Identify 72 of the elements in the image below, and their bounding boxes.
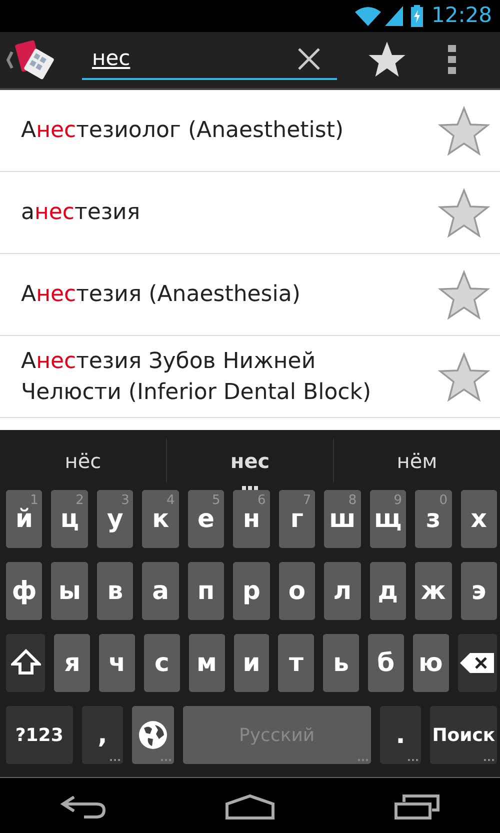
key[interactable]: и: [234, 634, 270, 692]
battery-icon: [411, 5, 424, 27]
key[interactable]: ж: [415, 562, 452, 620]
key[interactable]: з 0: [415, 490, 452, 548]
key-hint: 0: [439, 492, 448, 510]
key[interactable]: а: [142, 562, 179, 620]
star-icon[interactable]: [438, 350, 490, 402]
key-hint: 6: [257, 492, 266, 510]
key[interactable]: н 6: [233, 490, 270, 548]
key[interactable]: б: [368, 634, 404, 692]
suggestion[interactable]: нес: [167, 446, 333, 476]
key-hint: 1: [30, 492, 38, 508]
key[interactable]: ы: [51, 562, 88, 620]
key-hint: 2: [76, 492, 84, 510]
star-icon[interactable]: [438, 268, 490, 320]
key[interactable]: у 3: [96, 490, 134, 548]
result-text[interactable]: Анестезия Зубов Нижней Челюсти (Inferior Dental Block): [21, 346, 401, 408]
key[interactable]: щ 9: [370, 490, 406, 548]
shift-key[interactable]: [6, 634, 46, 692]
clear-icon[interactable]: [297, 47, 321, 71]
key-hint: 3: [121, 492, 130, 510]
menu-icon[interactable]: [447, 45, 457, 75]
key[interactable]: х: [460, 490, 497, 548]
search-key[interactable]: Поиск: [430, 706, 497, 764]
star-icon[interactable]: [438, 104, 490, 156]
key[interactable]: ш 8: [324, 490, 361, 548]
star-icon[interactable]: [438, 186, 490, 238]
key[interactable]: э: [460, 562, 497, 620]
key[interactable]: в: [96, 562, 134, 620]
key[interactable]: й 1: [6, 490, 42, 548]
result-text[interactable]: Анестезия (Anaesthesia): [21, 279, 438, 310]
result-text[interactable]: Анестезиолог (Anaesthetist): [21, 115, 438, 146]
key[interactable]: ф: [6, 562, 42, 620]
key[interactable]: м: [188, 634, 225, 692]
backspace-key[interactable]: [458, 634, 497, 692]
key-hint: 8: [348, 492, 357, 510]
key[interactable]: е 5: [188, 490, 224, 548]
key[interactable]: г 7: [278, 490, 316, 548]
language-key[interactable]: [132, 706, 174, 764]
key[interactable]: к 4: [142, 490, 179, 548]
key[interactable]: я: [54, 634, 90, 692]
signal-icon: [385, 6, 404, 26]
key[interactable]: т: [278, 634, 314, 692]
key[interactable]: ц 2: [51, 490, 88, 548]
key[interactable]: п: [188, 562, 224, 620]
clock: 12:28: [431, 2, 492, 30]
key[interactable]: д: [370, 562, 406, 620]
key[interactable]: с: [144, 634, 180, 692]
key[interactable]: р: [233, 562, 270, 620]
key[interactable]: ю: [412, 634, 449, 692]
key[interactable]: ,: [82, 706, 124, 764]
globe-icon: [137, 719, 170, 751]
key-hint: 5: [212, 492, 220, 510]
suggestion[interactable]: нёс: [0, 446, 166, 476]
backspace-icon: [460, 652, 494, 674]
result-text[interactable]: анестезия: [21, 197, 438, 228]
recent-apps-icon[interactable]: [394, 794, 440, 820]
suggestion[interactable]: нём: [334, 446, 500, 476]
wifi-icon: [355, 6, 382, 26]
key-hint: 7: [302, 492, 312, 510]
more-icon: [242, 486, 258, 490]
home-icon[interactable]: [224, 794, 275, 820]
key-hint: 9: [394, 492, 402, 510]
key[interactable]: о: [278, 562, 316, 620]
back-icon[interactable]: [60, 794, 106, 818]
key[interactable]: ч: [99, 634, 135, 692]
key[interactable]: л: [324, 562, 361, 620]
key[interactable]: ь: [323, 634, 359, 692]
symbols-key[interactable]: ?123: [6, 706, 73, 764]
key[interactable]: .: [380, 706, 422, 764]
shift-icon: [10, 649, 41, 677]
key-hint: 4: [166, 492, 175, 510]
